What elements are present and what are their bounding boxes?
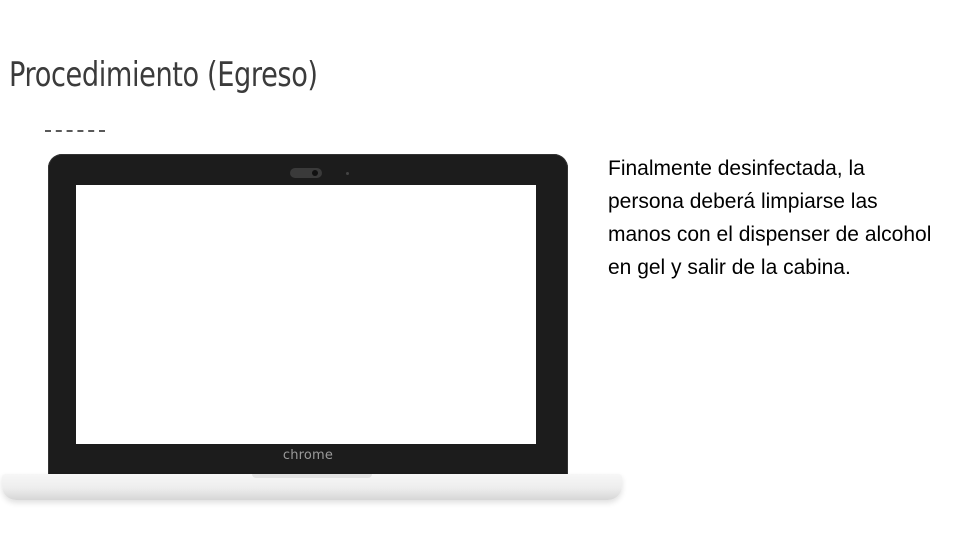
- slide-title: Procedimiento (Egreso): [9, 55, 318, 95]
- laptop-brand-label: chrome: [282, 448, 334, 463]
- laptop-screen: [76, 185, 536, 444]
- laptop-lid: chrome: [48, 154, 568, 476]
- slide: Procedimiento (Egreso) chrome Finalmente…: [0, 0, 960, 540]
- slide-body-text: Finalmente desinfectada, la persona debe…: [608, 157, 932, 279]
- laptop-base: [2, 474, 622, 500]
- laptop-hinge-notch: [252, 474, 372, 478]
- laptop-image: chrome: [0, 154, 624, 518]
- light-sensor: [346, 172, 349, 175]
- title-accent-line: [45, 130, 105, 132]
- webcam-icon: [290, 168, 322, 178]
